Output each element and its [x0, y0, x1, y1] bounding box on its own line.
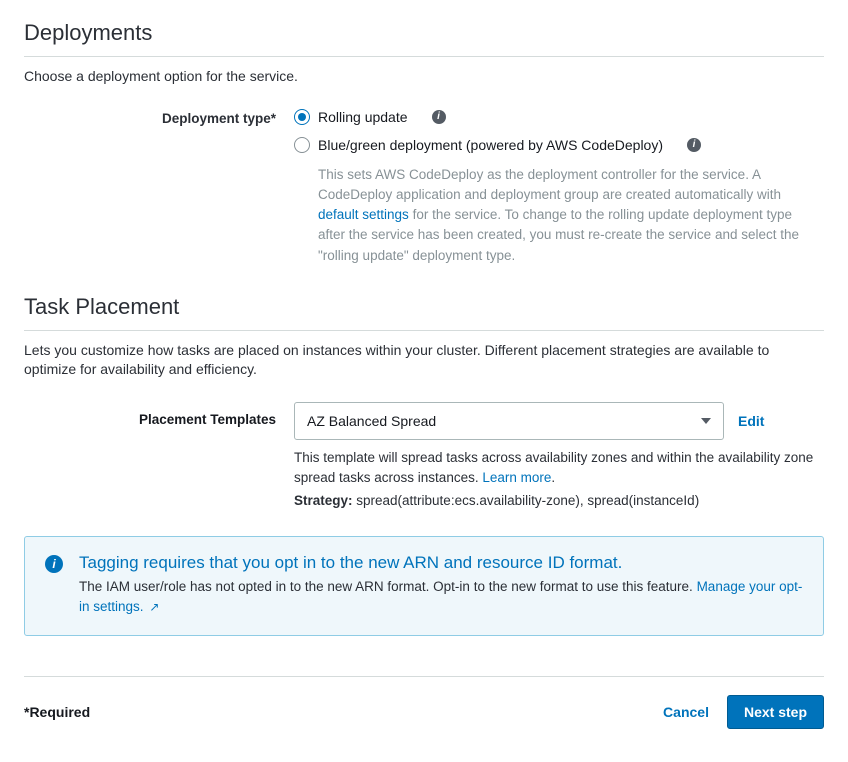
- tagging-alert: i Tagging requires that you opt in to th…: [24, 536, 824, 637]
- deployments-heading: Deployments: [24, 20, 824, 50]
- placement-template-select[interactable]: AZ Balanced Spread: [294, 402, 724, 440]
- deployments-subtext: Choose a deployment option for the servi…: [24, 67, 824, 87]
- select-value: AZ Balanced Spread: [307, 413, 436, 429]
- info-icon[interactable]: i: [687, 138, 701, 152]
- cancel-button[interactable]: Cancel: [663, 704, 709, 720]
- info-icon: i: [45, 555, 63, 573]
- alert-title: Tagging requires that you opt in to the …: [79, 553, 803, 573]
- strategy-line: Strategy: spread(attribute:ecs.availabil…: [294, 493, 824, 508]
- radio-indicator: [294, 109, 310, 125]
- deployment-type-label: Deployment type*: [24, 109, 294, 266]
- default-settings-link[interactable]: default settings: [318, 207, 409, 222]
- radio-label: Rolling update: [318, 109, 408, 125]
- next-step-button[interactable]: Next step: [727, 695, 824, 729]
- footer: *Required Cancel Next step: [24, 695, 824, 729]
- radio-rolling-update[interactable]: Rolling update i: [294, 109, 824, 125]
- divider: [24, 330, 824, 331]
- alert-body: The IAM user/role has not opted in to th…: [79, 577, 803, 618]
- deployment-type-field: Deployment type* Rolling update i Blue/g…: [24, 109, 824, 266]
- radio-label: Blue/green deployment (powered by AWS Co…: [318, 137, 663, 153]
- blue-green-description: This sets AWS CodeDeploy as the deployme…: [318, 165, 824, 266]
- info-icon[interactable]: i: [432, 110, 446, 124]
- placement-templates-label: Placement Templates: [24, 402, 294, 427]
- learn-more-link[interactable]: Learn more: [482, 470, 551, 485]
- divider: [24, 56, 824, 57]
- edit-link[interactable]: Edit: [738, 413, 764, 429]
- radio-indicator: [294, 137, 310, 153]
- template-description: This template will spread tasks across a…: [294, 448, 814, 489]
- divider: [24, 676, 824, 677]
- radio-blue-green[interactable]: Blue/green deployment (powered by AWS Co…: [294, 137, 824, 153]
- task-placement-subtext: Lets you customize how tasks are placed …: [24, 341, 824, 380]
- placement-templates-field: Placement Templates AZ Balanced Spread E…: [24, 402, 824, 508]
- chevron-down-icon: [701, 418, 711, 424]
- external-link-icon: ↗: [149, 600, 159, 614]
- task-placement-heading: Task Placement: [24, 294, 824, 324]
- required-note: *Required: [24, 704, 90, 720]
